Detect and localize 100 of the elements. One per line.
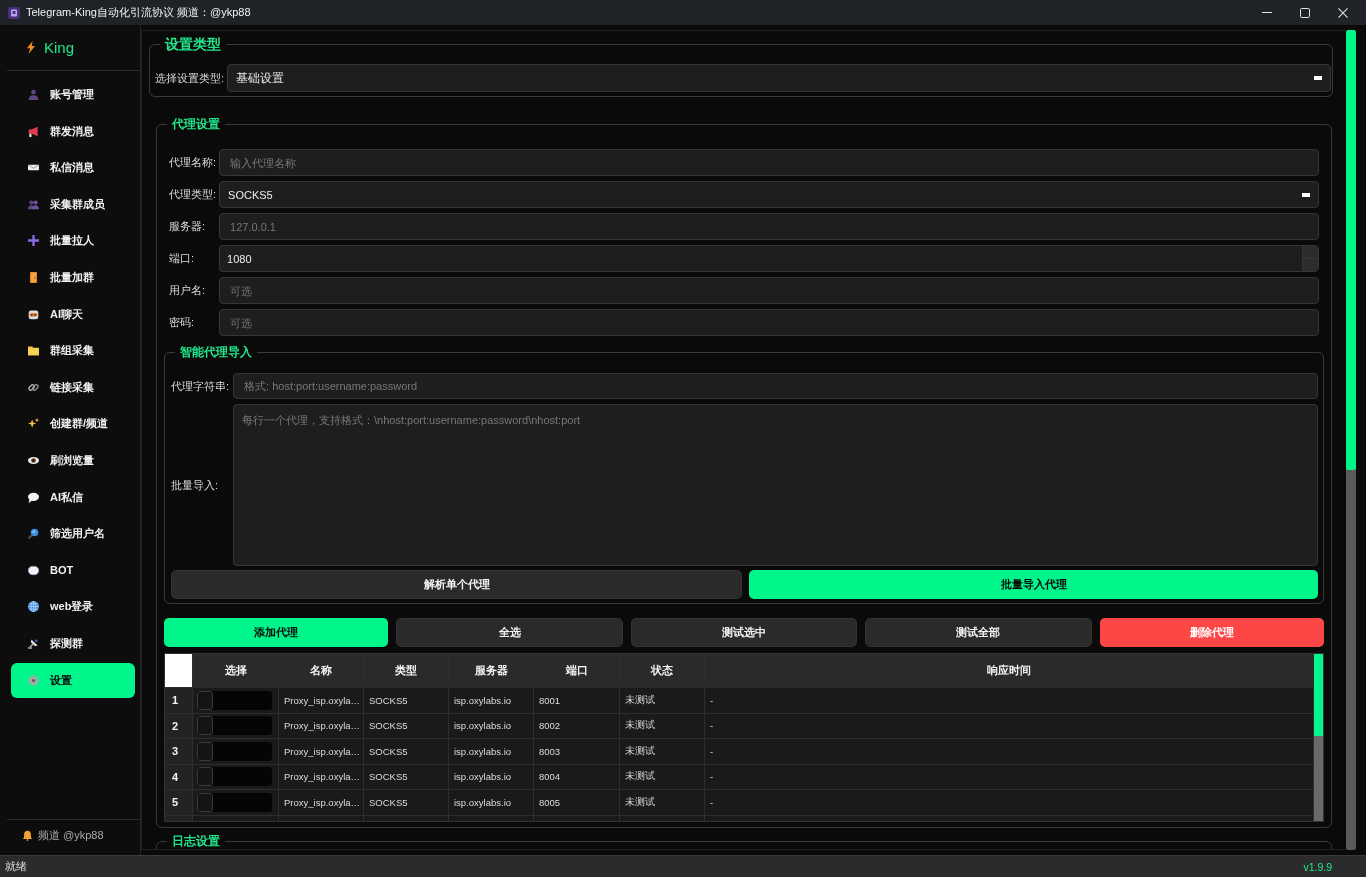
input-field[interactable]: 可选 <box>219 309 1319 336</box>
row-number: 1 <box>165 688 193 714</box>
sidebar-item[interactable]: 筛选用户名 <box>11 516 135 552</box>
table-cell: - <box>705 713 1314 739</box>
sidebar-item[interactable]: 链接采集 <box>11 369 135 405</box>
channel-label: 频道 @ykp88 <box>38 827 104 843</box>
row-number: 3 <box>165 739 193 765</box>
action-button[interactable]: 全选 <box>396 618 623 647</box>
group-title: 设置类型 <box>163 35 222 53</box>
table-cell: SOCKS5 <box>364 790 449 816</box>
spin-up-button[interactable] <box>1303 246 1318 258</box>
sidebar-item[interactable]: web登录 <box>11 589 135 625</box>
table-cell: Proxy_isp.oxyla… <box>279 688 364 714</box>
sidebar-item[interactable]: 批量加群 <box>11 259 135 295</box>
table-cell: isp.oxylabs.io <box>449 739 534 765</box>
dropdown-bar-icon <box>1314 76 1322 80</box>
action-button[interactable]: 批量导入代理 <box>749 570 1318 599</box>
number-field[interactable]: 1080 <box>219 245 1302 272</box>
field-label: 选择设置类型: <box>155 70 225 86</box>
row-checkbox[interactable] <box>197 741 272 761</box>
megaphone-icon <box>28 125 39 137</box>
input-field[interactable]: 格式: host:port:username:password <box>233 373 1318 399</box>
table-cell: isp.oxylabs.io <box>449 790 534 816</box>
field-label: 密码: <box>169 315 196 330</box>
table-cell: Proxy_isp.oxyla… <box>279 764 364 790</box>
field-label: 代理字符串: <box>171 378 230 394</box>
speech-bubble-icon <box>28 491 39 503</box>
action-button[interactable]: 测试选中 <box>630 618 858 647</box>
input-field[interactable]: 可选 <box>219 277 1319 304</box>
row-checkbox[interactable] <box>197 792 272 812</box>
sidebar-item[interactable]: AI私信 <box>11 479 135 515</box>
table-cell: 未测试 <box>620 790 705 816</box>
table-cell: Proxy_isp.oxyla… <box>279 713 364 739</box>
column-header[interactable]: 服务器 <box>449 654 534 688</box>
sidebar-item[interactable]: 账号管理 <box>11 77 135 112</box>
close-icon <box>1338 7 1348 18</box>
table-cell: 未测试 <box>620 688 705 714</box>
column-header[interactable]: 状态 <box>620 654 705 688</box>
scrollbar-thumb[interactable] <box>1346 30 1356 470</box>
action-button[interactable]: 解析单个代理 <box>171 570 742 599</box>
input-field[interactable]: 输入代理名称 <box>219 149 1319 176</box>
table-cell: 未测试 <box>620 739 705 765</box>
spin-down-button[interactable] <box>1303 258 1318 271</box>
sidebar-item[interactable]: 采集群成员 <box>11 186 135 222</box>
plus-icon <box>28 235 39 247</box>
sidebar-item[interactable]: 私信消息 <box>11 150 135 186</box>
table-cell: isp.oxylabs.io <box>449 688 534 714</box>
sidebar-item[interactable]: 刷浏览量 <box>11 442 135 478</box>
people-icon <box>28 198 39 210</box>
table-cell: 8001 <box>534 688 620 714</box>
group-title: 代理设置 <box>171 116 221 132</box>
table-cell: SOCKS5 <box>364 739 449 765</box>
row-checkbox[interactable] <box>197 716 272 736</box>
globe-icon <box>28 601 39 613</box>
sidebar-item[interactable]: 群发消息 <box>11 113 135 149</box>
robot-icon <box>28 308 39 320</box>
lightning-icon <box>27 41 35 54</box>
column-header[interactable]: 选择 <box>193 654 279 688</box>
input-field[interactable]: 127.0.0.1 <box>219 213 1319 240</box>
window-title: Telegram-King自动化引流协议 频道：@ykp88 <box>26 5 251 20</box>
sidebar-item[interactable]: 设置 <box>11 662 135 698</box>
action-button[interactable]: 测试全部 <box>865 618 1092 647</box>
table-cell: 8004 <box>534 764 620 790</box>
group-title: 智能代理导入 <box>179 344 253 360</box>
sidebar-item[interactable]: 批量拉人 <box>11 223 135 259</box>
door-icon <box>28 271 39 283</box>
sidebar-item[interactable]: BOT <box>11 552 135 588</box>
minimize-icon <box>1262 12 1272 13</box>
table-cell: SOCKS5 <box>364 764 449 790</box>
scrollbar[interactable] <box>1346 30 1356 850</box>
table-cell: 8005 <box>534 790 620 816</box>
scrollbar[interactable] <box>1314 654 1323 821</box>
table-corner-button[interactable] <box>165 654 193 688</box>
row-checkbox[interactable] <box>197 690 272 710</box>
table-cell: Proxy_isp.oxyla… <box>279 739 364 765</box>
sidebar-item[interactable]: AI聊天 <box>11 296 135 332</box>
table-cell: 未测试 <box>620 764 705 790</box>
field-label: 用户名: <box>169 283 207 298</box>
row-checkbox[interactable] <box>197 767 272 787</box>
version-label: v1.9.9 <box>1303 860 1332 873</box>
sidebar-item[interactable]: 创建群/频道 <box>11 406 135 442</box>
row-number: 2 <box>165 713 193 739</box>
column-header[interactable]: 端口 <box>534 654 620 688</box>
sparkles-icon <box>28 418 39 430</box>
dropdown[interactable]: 基础设置 <box>227 64 1331 92</box>
search-icon <box>28 528 39 540</box>
satellite-icon <box>28 637 39 649</box>
text-area[interactable]: 每行一个代理，支持格式：\nhost:port:username:password\nhost:port <box>233 404 1318 566</box>
table-cell: 8003 <box>534 739 620 765</box>
sidebar-item[interactable]: 群组采集 <box>11 333 135 369</box>
column-header[interactable]: 名称 <box>279 654 364 688</box>
row-number: 5 <box>165 790 193 816</box>
column-header[interactable]: 响应时间 <box>705 654 1314 688</box>
dropdown[interactable]: SOCKS5 <box>219 181 1319 208</box>
status-text: 就绪 <box>5 859 27 874</box>
column-header[interactable]: 类型 <box>364 654 449 688</box>
eye-icon <box>28 454 39 466</box>
scrollbar-thumb[interactable] <box>1314 654 1323 736</box>
sidebar-item[interactable]: 探测群 <box>11 625 135 661</box>
action-button[interactable]: 添加代理 <box>164 618 389 647</box>
